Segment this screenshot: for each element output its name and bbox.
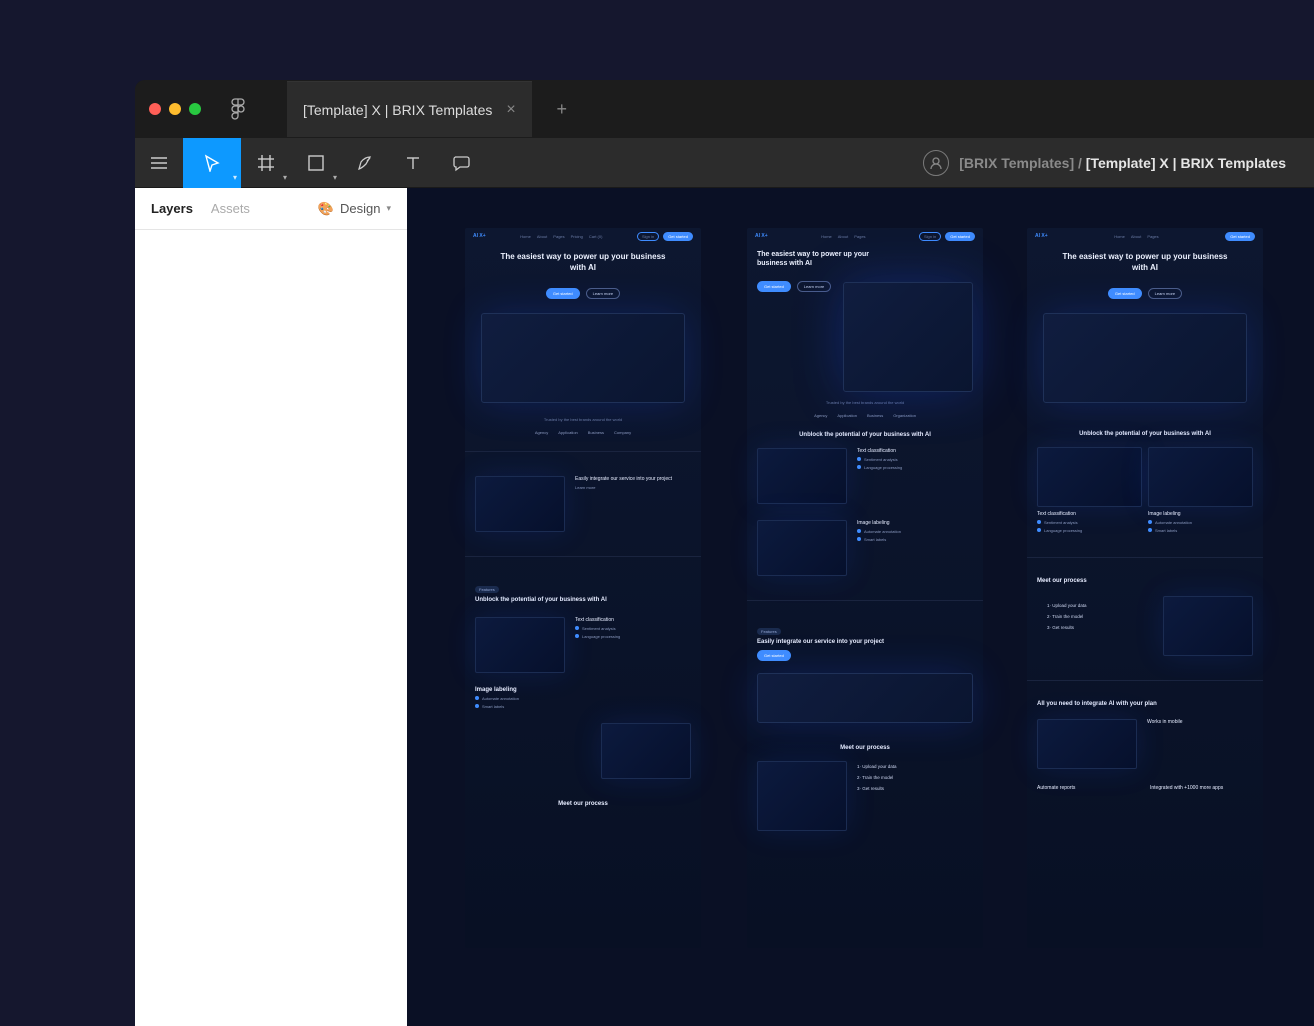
design-canvas[interactable]: AI X+ Home About Pages Pricing Cart (0) … (407, 188, 1314, 1026)
breadcrumb-file[interactable]: [Template] X | BRIX Templates (1086, 155, 1286, 171)
window-controls (149, 103, 201, 115)
mock-nav: AI X+ Home About Pages Pricing Cart (0) … (465, 228, 701, 238)
hero-title: The easiest way to power up your busines… (1027, 238, 1263, 282)
file-tab-title: [Template] X | BRIX Templates (303, 102, 492, 118)
main-menu-button[interactable] (135, 138, 183, 188)
left-panel: Layers Assets 🎨 Design ▾ (135, 188, 407, 1026)
tab-layers[interactable]: Layers (151, 201, 193, 216)
breadcrumb: [BRIX Templates] / [Template] X | BRIX T… (923, 150, 1314, 176)
hero-mockup (481, 313, 685, 403)
chevron-down-icon: ▾ (386, 203, 391, 214)
hero-mockup-side (843, 282, 973, 392)
titlebar: [Template] X | BRIX Templates × + (135, 80, 1314, 138)
chevron-down-icon: ▾ (333, 173, 337, 182)
file-tab[interactable]: [Template] X | BRIX Templates × (287, 81, 532, 137)
page-name: Design (340, 201, 380, 216)
team-avatar-icon[interactable] (923, 150, 949, 176)
new-tab-button[interactable]: + (544, 91, 580, 127)
mock-nav: AI X+ Home About Pages Get started (1027, 228, 1263, 238)
comment-tool[interactable] (437, 138, 485, 188)
frame-tool[interactable]: ▾ (241, 138, 291, 188)
artboard-home-v2[interactable]: AI X+ Home About Pages Sign in Get start… (747, 228, 983, 948)
artboard-home-v1[interactable]: AI X+ Home About Pages Pricing Cart (0) … (465, 228, 701, 948)
palette-icon: 🎨 (318, 201, 334, 217)
mock-nav: AI X+ Home About Pages Sign in Get start… (747, 228, 983, 238)
close-tab-icon[interactable]: × (506, 101, 515, 119)
shape-tool[interactable]: ▾ (291, 138, 341, 188)
toolbar: ▾ ▾ ▾ [BRIX Templates] / [Template] X | … (135, 138, 1314, 188)
window-close-button[interactable] (149, 103, 161, 115)
move-tool[interactable]: ▾ (183, 138, 241, 188)
window-minimize-button[interactable] (169, 103, 181, 115)
hero-title: The easiest way to power up your busines… (465, 238, 701, 282)
tab-assets[interactable]: Assets (211, 201, 250, 216)
chevron-down-icon: ▾ (283, 173, 287, 182)
tab-strip: [Template] X | BRIX Templates × + (287, 81, 580, 137)
panel-tabs: Layers Assets 🎨 Design ▾ (135, 188, 407, 230)
window-maximize-button[interactable] (189, 103, 201, 115)
hero-title: The easiest way to power up your busines… (747, 238, 983, 275)
workspace: Layers Assets 🎨 Design ▾ AI X+ Home Abou… (135, 188, 1314, 1026)
text-tool[interactable] (389, 138, 437, 188)
page-picker[interactable]: 🎨 Design ▾ (318, 201, 391, 217)
chevron-down-icon: ▾ (233, 173, 237, 182)
artboard-home-v3[interactable]: AI X+ Home About Pages Get started The e… (1027, 228, 1263, 948)
app-window: [Template] X | BRIX Templates × + ▾ ▾ ▾ (135, 80, 1314, 1026)
breadcrumb-team[interactable]: [BRIX Templates] / (959, 155, 1082, 171)
pen-tool[interactable] (341, 138, 389, 188)
layers-list[interactable] (135, 230, 407, 1026)
figma-logo-icon (231, 98, 245, 120)
